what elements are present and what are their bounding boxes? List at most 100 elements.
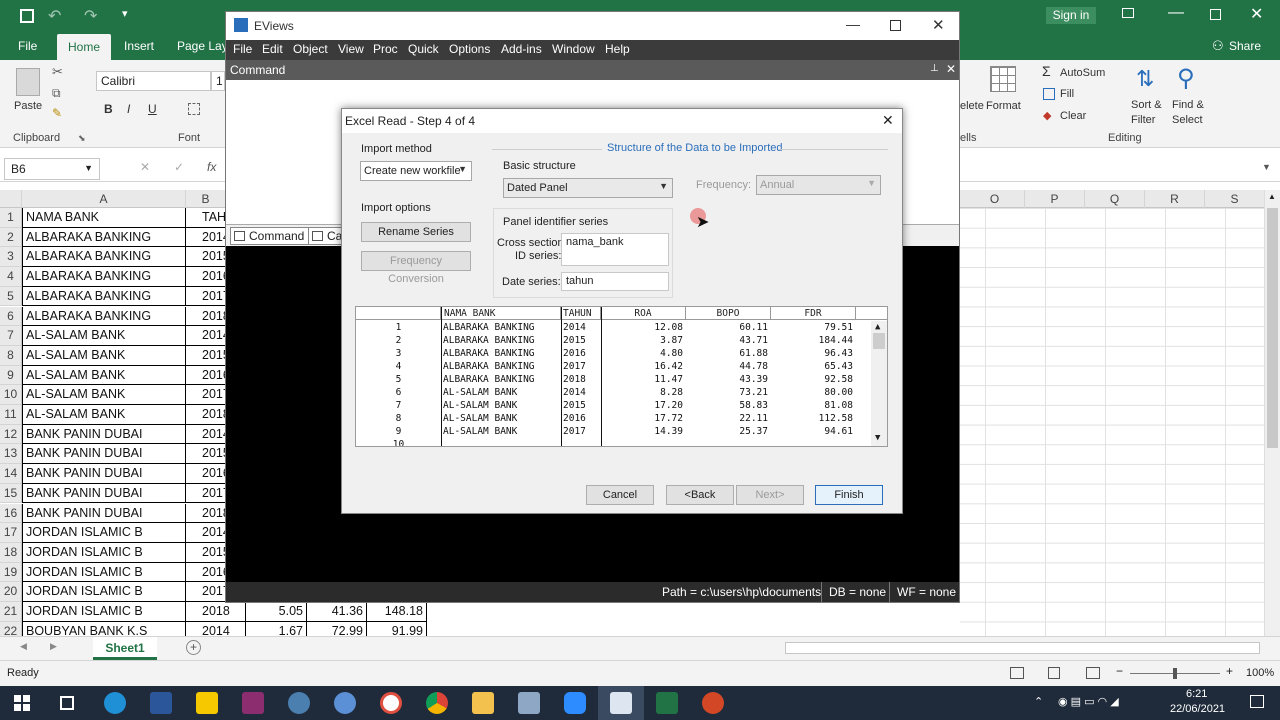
- sign-in-button[interactable]: Sign in: [1046, 7, 1096, 24]
- cell-a[interactable]: AL-SALAM BANK: [22, 345, 186, 366]
- autosum-icon[interactable]: Σ: [1042, 63, 1051, 79]
- cell-b[interactable]: 2014: [186, 621, 246, 636]
- font-name-input[interactable]: Calibri: [96, 71, 211, 91]
- row-number[interactable]: 4: [0, 267, 22, 287]
- share-icon[interactable]: ⚇: [1212, 38, 1224, 54]
- cell-a[interactable]: BANK PANIN DUBAI: [22, 424, 186, 445]
- page-layout-view-icon[interactable]: [1048, 667, 1060, 679]
- restore-icon[interactable]: [1210, 9, 1221, 20]
- worksheet-grid-right[interactable]: [960, 208, 1264, 636]
- page-break-view-icon[interactable]: [1086, 667, 1100, 679]
- format-painter-icon[interactable]: ✎: [52, 106, 62, 120]
- powerpoint-icon[interactable]: [702, 692, 724, 714]
- italic-button[interactable]: I: [127, 102, 130, 116]
- basic-structure-select[interactable]: Dated Panel ▼: [503, 178, 673, 198]
- row-number[interactable]: 11: [0, 405, 22, 425]
- column-header-p[interactable]: P: [1025, 190, 1085, 208]
- next-button[interactable]: Next>: [736, 485, 804, 505]
- clear-button[interactable]: Clear: [1060, 110, 1086, 122]
- cell-d[interactable]: 41.36: [307, 602, 367, 622]
- new-sheet-icon[interactable]: +: [186, 640, 201, 655]
- tray-chevron-icon[interactable]: ⌃: [1034, 695, 1043, 708]
- menu-window[interactable]: Window: [552, 42, 595, 56]
- menu-help[interactable]: Help: [605, 42, 630, 56]
- tray-icons[interactable]: ◉ ▤ ▭ ◠ ◢: [1058, 695, 1119, 708]
- app-icon[interactable]: [518, 692, 540, 714]
- start-icon[interactable]: [14, 695, 30, 711]
- row-number[interactable]: 14: [0, 464, 22, 484]
- copy-icon[interactable]: ⧉: [52, 86, 61, 101]
- cell-a[interactable]: ALBARAKA BANKING: [22, 267, 186, 287]
- row-number[interactable]: 9: [0, 365, 22, 386]
- winrar-icon[interactable]: [242, 692, 264, 714]
- underline-button[interactable]: U: [148, 102, 157, 116]
- horizontal-scrollbar[interactable]: [785, 642, 1260, 654]
- insert-function-icon[interactable]: fx: [207, 160, 216, 174]
- sticky-notes-icon[interactable]: [196, 692, 218, 714]
- clock-time[interactable]: 6:21: [1186, 688, 1207, 700]
- menu-proc[interactable]: Proc: [373, 42, 398, 56]
- cell-a[interactable]: BANK PANIN DUBAI: [22, 503, 186, 524]
- cross-section-id-input[interactable]: nama_bank: [561, 233, 669, 266]
- cell-e[interactable]: 91.99: [367, 621, 427, 636]
- save-icon[interactable]: [20, 9, 34, 23]
- tab-command[interactable]: Command: [230, 227, 310, 245]
- tab-insert[interactable]: Insert: [124, 39, 154, 53]
- zoom-icon[interactable]: [564, 692, 586, 714]
- sort-filter-icon[interactable]: ⇅: [1136, 66, 1154, 92]
- scroll-down-icon[interactable]: ▼: [875, 433, 880, 443]
- table-vscrollbar[interactable]: ▲ ▼: [871, 321, 887, 446]
- cell-a[interactable]: ALBARAKA BANKING: [22, 286, 186, 307]
- sheet-tab-sheet1[interactable]: Sheet1: [93, 637, 157, 660]
- row-number[interactable]: 5: [0, 286, 22, 307]
- normal-view-icon[interactable]: [1010, 667, 1024, 679]
- cell-e[interactable]: 148.18: [367, 602, 427, 622]
- column-header-a[interactable]: A: [22, 190, 186, 208]
- tab-home[interactable]: Home: [57, 34, 111, 60]
- column-header-s[interactable]: S: [1205, 190, 1265, 208]
- cell-a[interactable]: NAMA BANK: [22, 208, 186, 228]
- pin-icon[interactable]: ⊥: [930, 63, 939, 74]
- row-number[interactable]: 17: [0, 523, 22, 543]
- column-header-b[interactable]: B: [186, 190, 226, 208]
- cell-a[interactable]: AL-SALAM BANK: [22, 385, 186, 405]
- cell-c[interactable]: 5.05: [246, 602, 307, 622]
- paste-icon[interactable]: [16, 68, 40, 96]
- cell-d[interactable]: 72.99: [307, 621, 367, 636]
- zoom-in-icon[interactable]: +: [1226, 664, 1233, 678]
- fill-icon[interactable]: [1043, 88, 1055, 100]
- column-header-o[interactable]: O: [965, 190, 1025, 208]
- row-number[interactable]: 13: [0, 444, 22, 465]
- eviews-taskbar-icon[interactable]: [610, 692, 632, 714]
- data-preview-table[interactable]: NAMA BANK TAHUN ROA BOPO FDR 1 ALBARAKA B…: [355, 306, 888, 447]
- borders-icon[interactable]: [188, 103, 200, 115]
- expand-formula-icon[interactable]: ▼: [1262, 162, 1271, 172]
- cell-a[interactable]: AL-SALAM BANK: [22, 365, 186, 386]
- cancel-formula-icon[interactable]: ✕: [140, 160, 150, 174]
- sort-filter-button[interactable]: Sort &: [1131, 99, 1162, 111]
- cancel-button[interactable]: Cancel: [586, 485, 654, 505]
- sort-filter-button-line2[interactable]: Filter: [1131, 114, 1155, 126]
- row-number[interactable]: 16: [0, 503, 22, 524]
- row-number[interactable]: 15: [0, 483, 22, 504]
- cell-a[interactable]: JORDAN ISLAMIC B: [22, 582, 186, 602]
- back-button[interactable]: <Back: [666, 485, 734, 505]
- menu-options[interactable]: Options: [449, 42, 490, 56]
- cut-icon[interactable]: ✂: [52, 64, 63, 80]
- eviews-minimize-icon[interactable]: —: [846, 16, 860, 32]
- cell-a[interactable]: BANK PANIN DUBAI: [22, 444, 186, 465]
- row-number[interactable]: 19: [0, 562, 22, 583]
- import-method-select[interactable]: Create new workfile ▼: [360, 161, 472, 181]
- row-number[interactable]: 22: [0, 621, 22, 636]
- delete-button[interactable]: elete: [960, 100, 984, 112]
- eviews-close-icon[interactable]: ✕: [932, 16, 945, 34]
- row-number[interactable]: 21: [0, 602, 22, 622]
- ribbon-display-icon[interactable]: [1122, 8, 1134, 18]
- clipboard-launcher-icon[interactable]: ⬊: [78, 133, 86, 144]
- paste-button[interactable]: Paste: [14, 100, 42, 112]
- format-icon[interactable]: [990, 66, 1016, 92]
- scroll-thumb[interactable]: [873, 333, 885, 349]
- font-size-input[interactable]: 1: [211, 71, 225, 91]
- row-number[interactable]: 20: [0, 582, 22, 602]
- cell-a[interactable]: ALBARAKA BANKING: [22, 247, 186, 268]
